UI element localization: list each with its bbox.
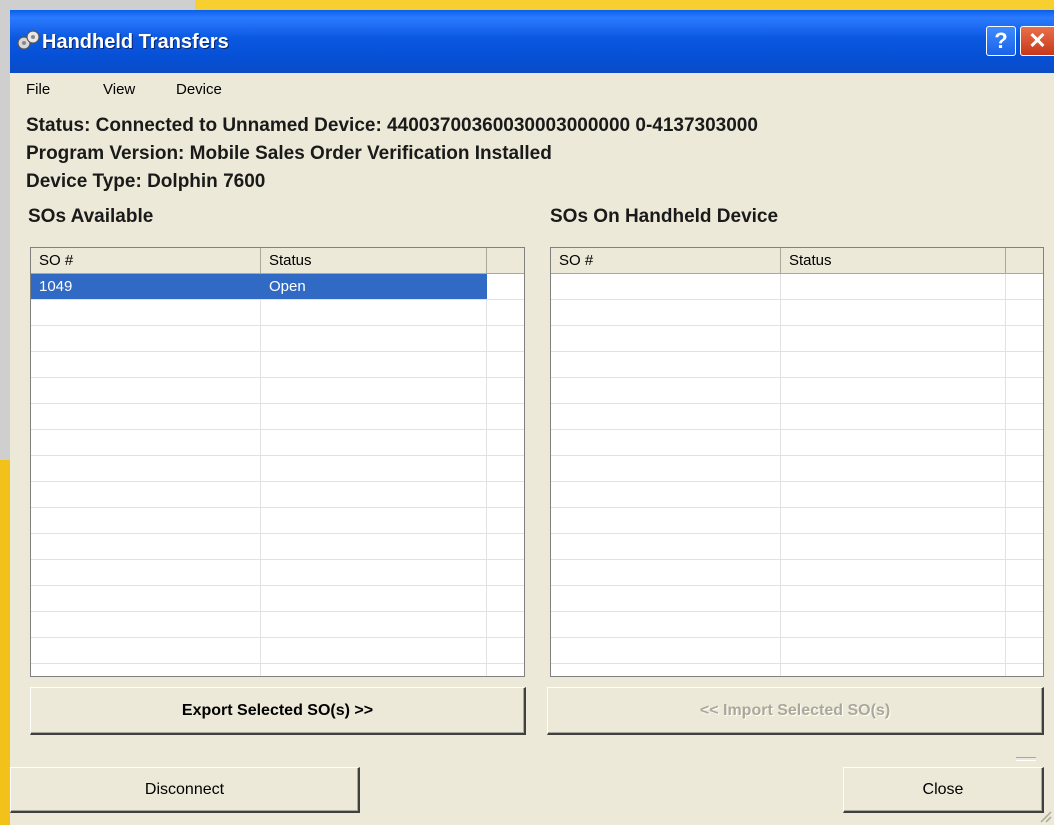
grid-row-line bbox=[31, 481, 524, 482]
close-window-button[interactable]: ✕ bbox=[1020, 26, 1054, 56]
menu-file[interactable]: File bbox=[26, 81, 50, 98]
close-button[interactable]: Close bbox=[843, 767, 1044, 813]
grid-row-line bbox=[31, 325, 524, 326]
help-button[interactable]: ? bbox=[986, 26, 1016, 56]
desktop-panel-left bbox=[0, 0, 10, 460]
resize-grip-icon[interactable] bbox=[1038, 809, 1052, 823]
disconnect-button[interactable]: Disconnect bbox=[10, 767, 360, 813]
sos-available-title: SOs Available bbox=[28, 206, 154, 227]
grid-row-line bbox=[551, 533, 1043, 534]
grid-header: SO # Status bbox=[551, 248, 1043, 274]
grid-row-line bbox=[551, 507, 1043, 508]
menu-bar: File View Device bbox=[10, 75, 1054, 105]
grid-row-line bbox=[551, 377, 1043, 378]
grid-body bbox=[551, 274, 1043, 676]
column-header-so[interactable]: SO # bbox=[551, 248, 781, 274]
grid-row-line bbox=[31, 611, 524, 612]
grid-row-line bbox=[551, 351, 1043, 352]
grid-row-line bbox=[551, 637, 1043, 638]
grid-row-line bbox=[551, 559, 1043, 560]
grid-row-line bbox=[31, 663, 524, 664]
divider bbox=[1016, 757, 1036, 761]
grid-row-line bbox=[31, 351, 524, 352]
column-header-status[interactable]: Status bbox=[261, 248, 487, 274]
grid-row-line bbox=[31, 429, 524, 430]
grid-row-line bbox=[31, 403, 524, 404]
grid-row-line bbox=[31, 299, 524, 300]
grid-row-line bbox=[551, 663, 1043, 664]
grid-row-line bbox=[31, 533, 524, 534]
grid-row-line bbox=[31, 455, 524, 456]
grid-row-line bbox=[31, 377, 524, 378]
title-bar[interactable]: Handheld Transfers ? ✕ bbox=[10, 10, 1054, 73]
desktop-panel bbox=[0, 0, 195, 10]
device-type-text: Device Type: Dolphin 7600 bbox=[26, 171, 266, 192]
grid-row-line bbox=[31, 637, 524, 638]
grid-body: 1049 Open bbox=[31, 274, 524, 676]
grid-row-line bbox=[31, 507, 524, 508]
handheld-transfer-icon bbox=[17, 30, 40, 50]
sos-on-handheld-title: SOs On Handheld Device bbox=[550, 206, 779, 227]
cell-status: Open bbox=[269, 278, 306, 295]
grid-row-line bbox=[551, 455, 1043, 456]
export-selected-button[interactable]: Export Selected SO(s) >> bbox=[30, 687, 526, 735]
import-selected-button[interactable]: << Import Selected SO(s) bbox=[547, 687, 1044, 735]
grid-row-line bbox=[551, 403, 1043, 404]
sos-on-handheld-grid[interactable]: SO # Status bbox=[550, 247, 1044, 677]
column-header-so[interactable]: SO # bbox=[31, 248, 261, 274]
table-row-selected[interactable]: 1049 Open bbox=[31, 274, 487, 300]
cell-so: 1049 bbox=[39, 278, 73, 295]
handheld-transfers-window: Handheld Transfers ? ✕ File View Device … bbox=[10, 10, 1054, 825]
grid-row-line bbox=[551, 481, 1043, 482]
grid-row-line bbox=[551, 299, 1043, 300]
grid-row-line bbox=[31, 585, 524, 586]
grid-row-line bbox=[551, 585, 1043, 586]
menu-view[interactable]: View bbox=[103, 81, 135, 98]
grid-row-line bbox=[551, 325, 1043, 326]
grid-row-line bbox=[551, 429, 1043, 430]
status-text: Status: Connected to Unnamed Device: 440… bbox=[26, 115, 758, 136]
program-version-text: Program Version: Mobile Sales Order Veri… bbox=[26, 143, 552, 164]
column-header-filler bbox=[1006, 248, 1043, 274]
column-header-status[interactable]: Status bbox=[781, 248, 1006, 274]
window-title: Handheld Transfers bbox=[42, 31, 229, 53]
menu-device[interactable]: Device bbox=[176, 81, 222, 98]
grid-row-line bbox=[551, 611, 1043, 612]
column-header-filler bbox=[487, 248, 524, 274]
grid-header: SO # Status bbox=[31, 248, 524, 274]
sos-available-grid[interactable]: SO # Status 1049 Open bbox=[30, 247, 525, 677]
grid-row-line bbox=[31, 559, 524, 560]
